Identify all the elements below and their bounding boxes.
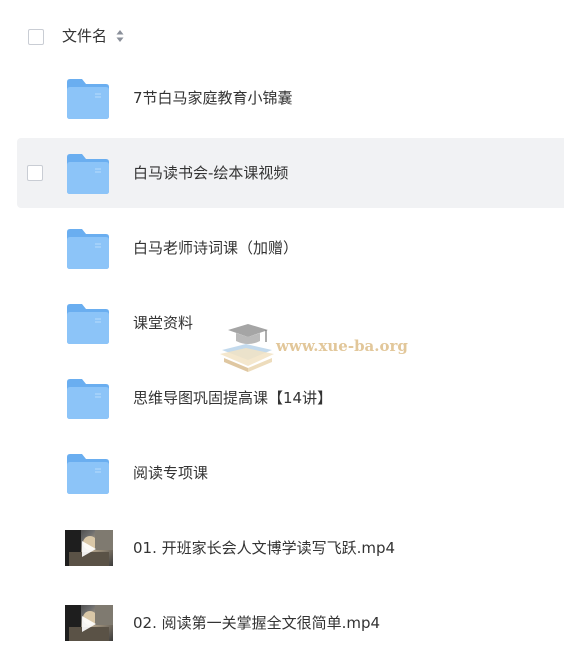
file-name[interactable]: 01. 开班家长会人文博学读写飞跃.mp4	[133, 537, 395, 559]
sort-toggle-icon[interactable]	[116, 28, 124, 44]
watermark: www.xue-ba.org	[216, 320, 408, 375]
file-row[interactable]: 阅读专项课	[17, 438, 564, 508]
file-row[interactable]: 02. 阅读第一关掌握全文很简单.mp4	[17, 588, 564, 658]
select-all-checkbox[interactable]	[28, 29, 44, 45]
row-checkbox[interactable]	[27, 165, 43, 181]
file-row[interactable]: 白马老师诗词课（加赠）	[17, 213, 564, 283]
folder-icon[interactable]	[65, 451, 111, 495]
play-icon	[82, 541, 96, 557]
file-list-header: 文件名	[0, 0, 564, 72]
folder-icon[interactable]	[65, 376, 111, 420]
file-name[interactable]: 白马老师诗词课（加赠）	[133, 237, 298, 259]
file-name[interactable]: 课堂资料	[133, 312, 193, 334]
folder-icon[interactable]	[65, 76, 111, 120]
file-row[interactable]: 7节白马家庭教育小锦囊	[17, 63, 564, 133]
video-thumbnail[interactable]	[65, 601, 113, 645]
folder-icon[interactable]	[65, 301, 111, 345]
watermark-text: www.xue-ba.org	[276, 337, 408, 355]
file-row[interactable]: 白马读书会-绘本课视频	[17, 138, 564, 208]
video-thumbnail[interactable]	[65, 526, 113, 570]
file-name[interactable]: 思维导图巩固提高课【14讲】	[133, 387, 332, 409]
file-name[interactable]: 7节白马家庭教育小锦囊	[133, 87, 293, 109]
graduation-cap-book-logo	[220, 324, 274, 372]
folder-icon[interactable]	[65, 226, 111, 270]
file-name[interactable]: 阅读专项课	[133, 462, 208, 484]
play-icon	[82, 616, 96, 632]
file-name[interactable]: 白马读书会-绘本课视频	[133, 162, 288, 184]
file-name[interactable]: 02. 阅读第一关掌握全文很简单.mp4	[133, 612, 380, 634]
filename-column-header[interactable]: 文件名	[62, 26, 107, 46]
file-row[interactable]: 01. 开班家长会人文博学读写飞跃.mp4	[17, 513, 564, 583]
folder-icon[interactable]	[65, 151, 111, 195]
